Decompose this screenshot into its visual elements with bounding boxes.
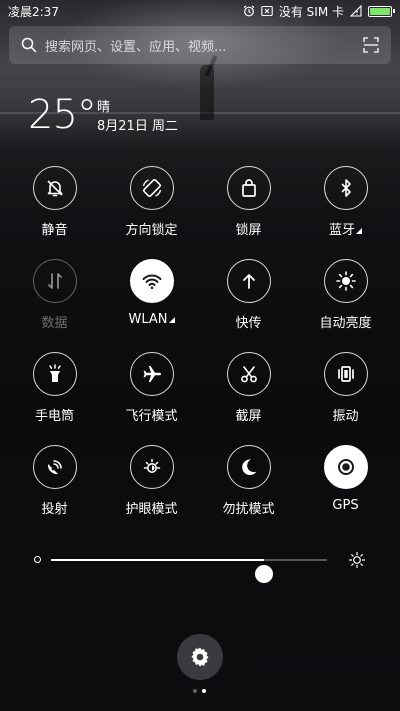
status-icons: 没有 SIM 卡 bbox=[243, 3, 395, 20]
page-indicator bbox=[193, 689, 206, 693]
status-bar: 凌晨2:37 没有 SIM 卡 bbox=[0, 0, 400, 22]
toggle-wlan-label: WLAN bbox=[128, 312, 175, 327]
sim-absent-icon bbox=[350, 5, 362, 17]
weather-condition: 晴 bbox=[97, 100, 111, 115]
search-input[interactable]: 搜索网页、设置、应用、视频... bbox=[45, 36, 363, 55]
toggle-mute-button[interactable] bbox=[32, 166, 77, 210]
toggle-rotation-lock-button[interactable] bbox=[129, 166, 174, 210]
toggle-dnd-label: 勿扰模式 bbox=[222, 502, 275, 517]
page-dot[interactable] bbox=[193, 689, 197, 693]
toggle-data-button[interactable] bbox=[32, 259, 77, 303]
toggle-dnd[interactable]: 勿扰模式 bbox=[200, 445, 297, 538]
toggle-screenshot-button[interactable] bbox=[226, 352, 271, 396]
toggle-screenshot[interactable]: 截屏 bbox=[200, 352, 297, 445]
submenu-corner-icon bbox=[168, 317, 175, 323]
toggle-bluetooth-text: 蓝牙 bbox=[328, 223, 355, 238]
brightness-fill bbox=[51, 559, 264, 561]
brightness-thumb[interactable] bbox=[254, 565, 273, 583]
toggle-rotation-lock[interactable]: 方向锁定 bbox=[103, 166, 200, 259]
status-time: 凌晨2:37 bbox=[8, 4, 59, 19]
airplane-icon bbox=[143, 366, 161, 382]
toggle-bluetooth-label: 蓝牙 bbox=[329, 219, 362, 238]
toggle-cast-button[interactable] bbox=[32, 445, 77, 489]
alarm-icon bbox=[243, 5, 255, 17]
toggle-lock-screen[interactable]: 锁屏 bbox=[200, 166, 297, 259]
toggle-gps[interactable]: GPS bbox=[297, 445, 394, 538]
toggle-wlan-button[interactable] bbox=[129, 259, 174, 303]
toggle-quick-transfer-button[interactable] bbox=[226, 259, 271, 303]
quick-settings-grid: 静音 方向锁定 锁屏 蓝牙 数据 WLAN 快传 自动亮度 手电筒 飞行模式 截… bbox=[6, 166, 394, 538]
toggle-airplane-label: 飞行模式 bbox=[125, 409, 178, 424]
scan-icon[interactable] bbox=[363, 37, 379, 53]
weather-temperature: 25° bbox=[28, 92, 97, 138]
toggle-eye-care-label: 护眼模式 bbox=[125, 502, 178, 517]
toggle-auto-brightness[interactable]: 自动亮度 bbox=[297, 259, 394, 352]
vibrate-icon bbox=[337, 366, 354, 382]
toggle-vibrate-button[interactable] bbox=[323, 352, 368, 396]
sun-icon bbox=[335, 271, 356, 291]
toggle-airplane-button[interactable] bbox=[129, 352, 174, 396]
toggle-data-label: 数据 bbox=[41, 316, 68, 331]
lock-bag-icon bbox=[241, 179, 256, 197]
toggle-quick-transfer-label: 快传 bbox=[235, 316, 262, 331]
search-bar[interactable]: 搜索网页、设置、应用、视频... bbox=[9, 26, 391, 64]
toggle-gps-label: GPS bbox=[332, 498, 359, 513]
toggle-eye-care-button[interactable] bbox=[129, 445, 174, 489]
toggle-auto-brightness-button[interactable] bbox=[323, 259, 368, 303]
toggle-eye-care[interactable]: 护眼模式 bbox=[103, 445, 200, 538]
bluetooth-icon bbox=[340, 179, 351, 197]
flashlight-icon bbox=[48, 364, 61, 382]
toggle-mute[interactable]: 静音 bbox=[6, 166, 103, 259]
weather-date: 8月21日 周二 bbox=[97, 119, 178, 134]
settings-button[interactable] bbox=[177, 634, 223, 680]
rotation-lock-icon bbox=[142, 178, 161, 198]
search-icon bbox=[21, 37, 37, 53]
cast-icon bbox=[47, 460, 62, 475]
gear-icon bbox=[191, 647, 209, 667]
bell-slash-icon bbox=[46, 180, 63, 197]
toggle-bluetooth[interactable]: 蓝牙 bbox=[297, 166, 394, 259]
toggle-lock-screen-label: 锁屏 bbox=[235, 223, 262, 238]
toggle-lock-screen-button[interactable] bbox=[226, 166, 271, 210]
brightness-track[interactable] bbox=[51, 559, 327, 583]
toggle-quick-transfer[interactable]: 快传 bbox=[200, 259, 297, 352]
data-arrows-icon bbox=[47, 273, 62, 289]
brightness-slider[interactable] bbox=[30, 545, 370, 583]
toggle-flashlight[interactable]: 手电筒 bbox=[6, 352, 103, 445]
toggle-airplane[interactable]: 飞行模式 bbox=[103, 352, 200, 445]
brightness-high-icon bbox=[348, 551, 366, 569]
battery-icon bbox=[368, 5, 395, 17]
moon-icon bbox=[241, 459, 256, 476]
toggle-flashlight-button[interactable] bbox=[32, 352, 77, 396]
toggle-flashlight-label: 手电筒 bbox=[34, 409, 74, 424]
toggle-screenshot-label: 截屏 bbox=[235, 409, 262, 424]
carrier-label: 没有 SIM 卡 bbox=[278, 4, 344, 19]
notification-x-icon bbox=[261, 5, 273, 17]
toggle-wlan[interactable]: WLAN bbox=[103, 259, 200, 352]
toggle-rotation-lock-label: 方向锁定 bbox=[125, 223, 178, 238]
page-dot-active[interactable] bbox=[202, 689, 206, 693]
gps-icon bbox=[337, 459, 354, 475]
toggle-gps-button[interactable] bbox=[323, 445, 368, 489]
toggle-auto-brightness-label: 自动亮度 bbox=[319, 316, 372, 331]
up-arrow-icon bbox=[242, 274, 255, 289]
toggle-cast-label: 投射 bbox=[41, 502, 68, 517]
toggle-dnd-button[interactable] bbox=[226, 445, 271, 489]
toggle-mute-label: 静音 bbox=[41, 223, 68, 238]
wallpaper-figure bbox=[200, 65, 214, 120]
toggle-vibrate[interactable]: 振动 bbox=[297, 352, 394, 445]
toggle-vibrate-label: 振动 bbox=[332, 409, 359, 424]
toggle-data[interactable]: 数据 bbox=[6, 259, 103, 352]
toggle-bluetooth-button[interactable] bbox=[323, 166, 368, 210]
eye-care-icon bbox=[143, 458, 160, 473]
battery-level-fill bbox=[370, 7, 390, 15]
scissors-icon bbox=[240, 366, 257, 383]
brightness-low-icon bbox=[34, 556, 41, 563]
wifi-icon bbox=[142, 274, 161, 290]
toggle-wlan-text: WLAN bbox=[128, 312, 168, 327]
submenu-corner-icon bbox=[356, 228, 362, 234]
toggle-cast[interactable]: 投射 bbox=[6, 445, 103, 538]
